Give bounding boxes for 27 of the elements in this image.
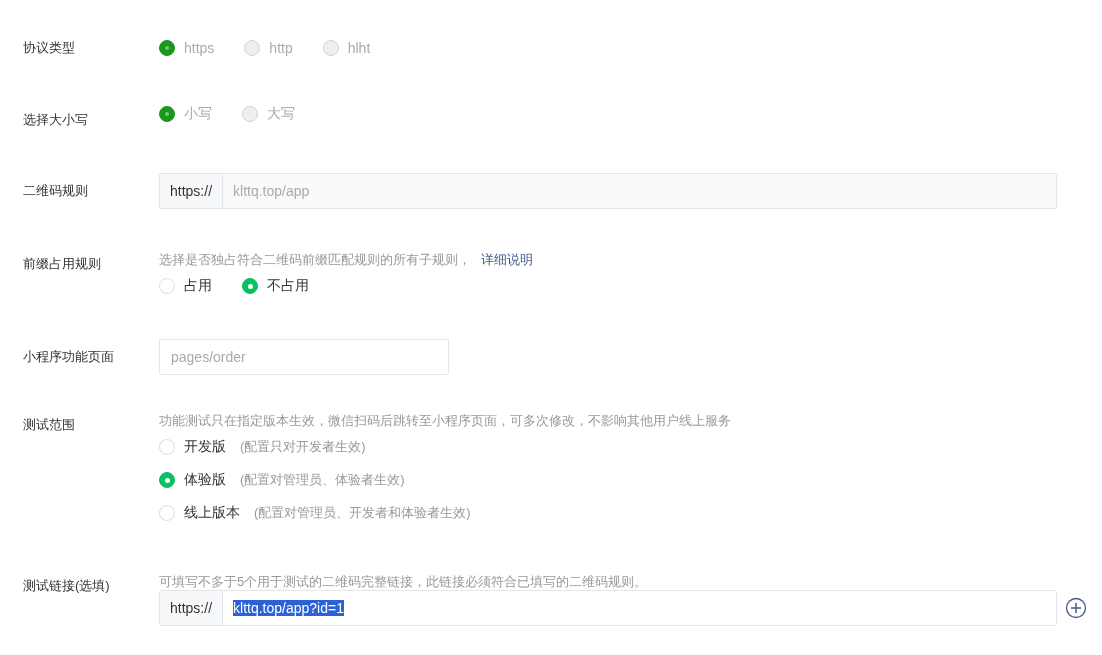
radio-label: 线上版本 bbox=[184, 504, 240, 522]
field-description: 可填写不多于5个用于测试的二维码完整链接，此链接必须符合已填写的二维码规则。 bbox=[159, 574, 648, 590]
form-label: 测试链接(选填) bbox=[22, 577, 111, 595]
radio-label: 占用 bbox=[184, 277, 212, 295]
form-label: 测试范围 bbox=[22, 416, 76, 434]
details-link[interactable]: 详细说明 bbox=[481, 252, 533, 268]
radio-label: 不占用 bbox=[267, 277, 309, 295]
form-label: 选择大小写 bbox=[22, 111, 89, 129]
field-description: 选择是否独占符合二维码前缀匹配规则的所有子规则， bbox=[159, 252, 471, 268]
radio-label: https bbox=[184, 40, 215, 56]
form-label: 二维码规则 bbox=[22, 182, 89, 200]
field-description: 功能测试只在指定版本生效，微信扫码后跳转至小程序页面，可多次修改，不影响其他用户线上服务 bbox=[159, 413, 731, 429]
radio-label: http bbox=[269, 40, 293, 56]
radio-button[interactable] bbox=[242, 278, 258, 294]
form-label: 前缀占用规则 bbox=[22, 255, 102, 273]
radio-label: 大写 bbox=[267, 105, 295, 123]
radio-button[interactable] bbox=[159, 472, 175, 488]
radio-label: 体验版 bbox=[184, 471, 226, 489]
option-note: (配置只对开发者生效) bbox=[240, 438, 366, 456]
option-note: (配置对管理员、体验者生效) bbox=[240, 471, 405, 489]
radio-label: hlht bbox=[347, 40, 371, 56]
radio-label: 小写 bbox=[184, 105, 212, 123]
add-icon[interactable] bbox=[1065, 597, 1087, 619]
form-label: 协议类型 bbox=[22, 39, 76, 57]
form-label: 小程序功能页面 bbox=[22, 348, 115, 366]
radio-label: 开发版 bbox=[184, 438, 226, 456]
option-note: (配置对管理员、开发者和体验者生效) bbox=[254, 504, 471, 522]
